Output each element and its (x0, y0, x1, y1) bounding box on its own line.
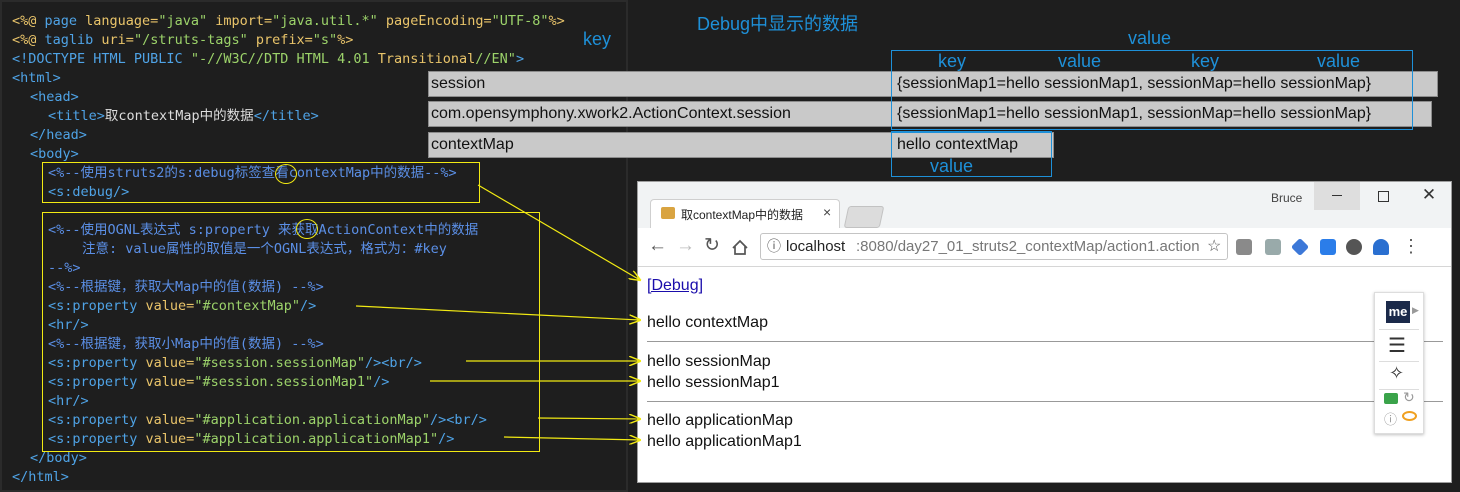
arrow-debug (477, 184, 640, 280)
arrow-contextmap (355, 305, 640, 320)
arrow-applicationmap1 (503, 437, 640, 440)
arrow-applicationmap (537, 418, 640, 419)
arrows-overlay (355, 184, 1460, 492)
